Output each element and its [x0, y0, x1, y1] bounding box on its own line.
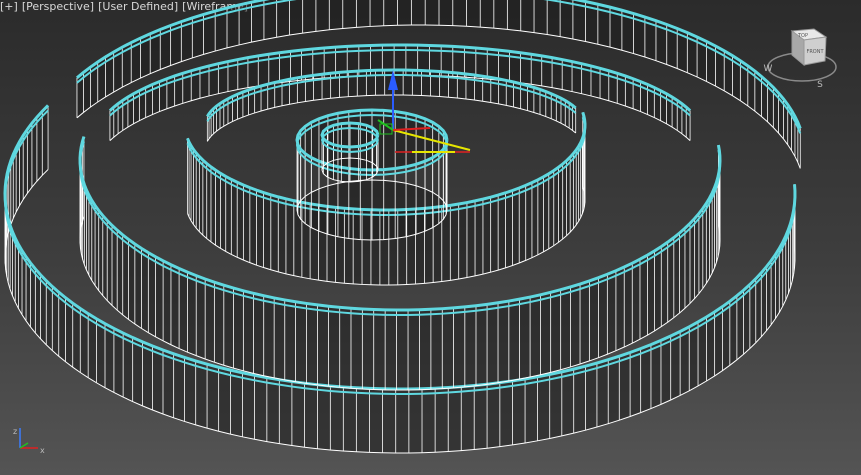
tripod-z-label: z	[13, 427, 17, 436]
viewport-scene[interactable]	[0, 0, 861, 475]
compass-s-label: S	[817, 80, 823, 90]
floor-shadows	[5, 0, 801, 453]
world-axis-tripod: z x	[13, 427, 45, 455]
tripod-x-label: x	[40, 446, 45, 455]
view-cube[interactable]: TOP FRONT W S	[762, 25, 842, 91]
view-cube-front-label: FRONT	[806, 49, 824, 55]
view-cube-top-label: TOP	[797, 33, 808, 39]
compass-w-label: W	[764, 64, 773, 74]
